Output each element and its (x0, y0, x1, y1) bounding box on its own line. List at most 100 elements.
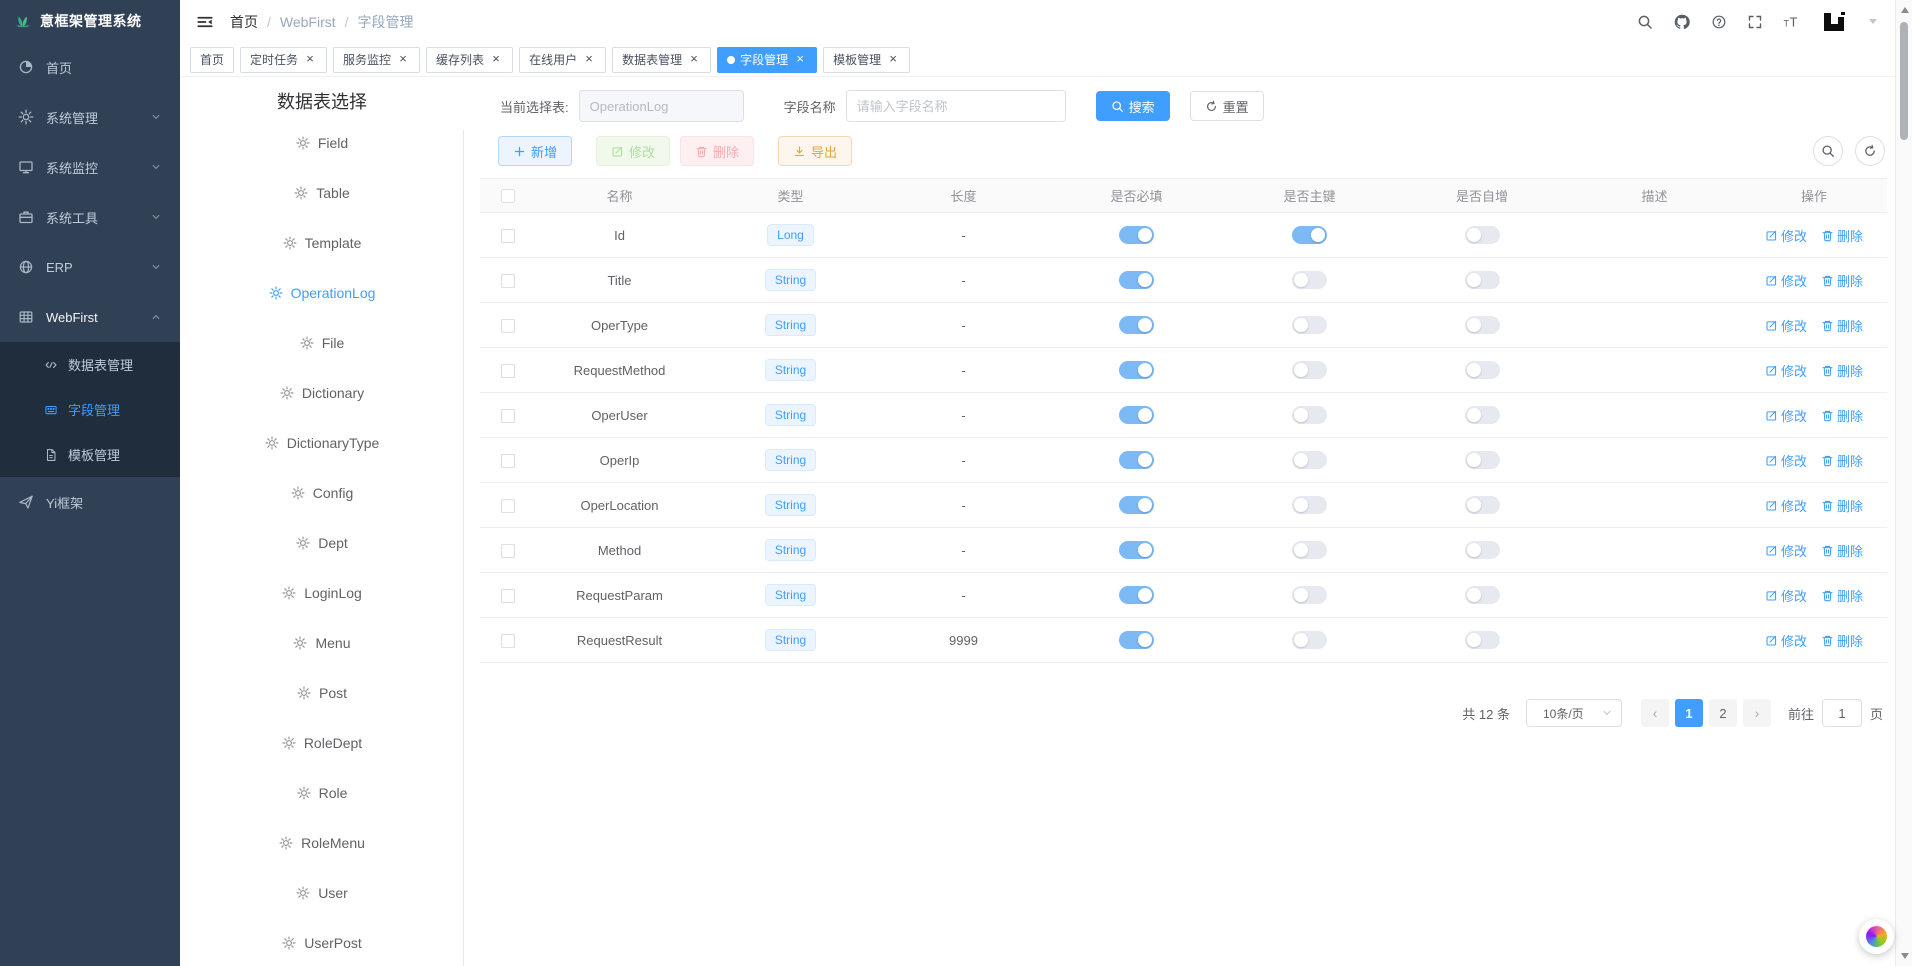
search-button[interactable]: 搜索 (1096, 91, 1170, 121)
row-delete-link[interactable]: 删除 (1821, 541, 1863, 560)
sidebar-item-yi-framework[interactable]: Yi框架 (0, 477, 180, 527)
tree-item-File[interactable]: File (180, 318, 464, 368)
help-icon[interactable] (1711, 14, 1727, 30)
tree-item-Config[interactable]: Config (180, 468, 464, 518)
row-edit-link[interactable]: 修改 (1765, 541, 1807, 560)
font-size-icon[interactable] (1783, 14, 1799, 30)
row-checkbox[interactable] (501, 319, 515, 333)
required-switch[interactable] (1119, 406, 1154, 424)
row-delete-link[interactable]: 删除 (1821, 361, 1863, 380)
tree-item-Menu[interactable]: Menu (180, 618, 464, 668)
row-delete-link[interactable]: 删除 (1821, 316, 1863, 335)
select-all-checkbox[interactable] (501, 189, 515, 203)
row-edit-link[interactable]: 修改 (1765, 496, 1807, 515)
row-edit-link[interactable]: 修改 (1765, 406, 1807, 425)
add-button[interactable]: 新增 (498, 136, 572, 166)
required-switch[interactable] (1119, 361, 1154, 379)
sidebar-item-field-management[interactable]: 字段管理 (0, 387, 180, 432)
row-checkbox[interactable] (501, 634, 515, 648)
next-page-button[interactable]: › (1743, 699, 1771, 727)
row-delete-link[interactable]: 删除 (1821, 586, 1863, 605)
tab-数据表管理[interactable]: 数据表管理× (612, 47, 711, 73)
window-scrollbar[interactable] (1895, 0, 1912, 966)
required-switch[interactable] (1119, 541, 1154, 559)
auto-increment-switch[interactable] (1465, 586, 1500, 604)
caret-down-icon[interactable] (1869, 19, 1877, 24)
tab-close-icon[interactable]: × (687, 53, 701, 67)
row-edit-link[interactable]: 修改 (1765, 451, 1807, 470)
auto-increment-switch[interactable] (1465, 271, 1500, 289)
primary-key-switch[interactable] (1292, 496, 1327, 514)
field-name-input[interactable] (846, 90, 1066, 122)
row-edit-link[interactable]: 修改 (1765, 316, 1807, 335)
sidebar-item-system-monitor[interactable]: 系统监控 (0, 142, 180, 192)
floating-plugin-button[interactable] (1859, 919, 1894, 954)
search-icon[interactable] (1637, 14, 1653, 30)
sidebar-item-webfirst[interactable]: WebFirst (0, 292, 180, 342)
tree-item-Role[interactable]: Role (180, 768, 464, 818)
tab-close-icon[interactable]: × (886, 53, 900, 67)
row-edit-link[interactable]: 修改 (1765, 586, 1807, 605)
tab-缓存列表[interactable]: 缓存列表× (426, 47, 513, 73)
row-checkbox[interactable] (501, 589, 515, 603)
scrollbar-thumb[interactable] (1900, 22, 1908, 140)
row-edit-link[interactable]: 修改 (1765, 271, 1807, 290)
tab-close-icon[interactable]: × (793, 53, 807, 67)
row-delete-link[interactable]: 删除 (1821, 451, 1863, 470)
primary-key-switch[interactable] (1292, 316, 1327, 334)
auto-increment-switch[interactable] (1465, 316, 1500, 334)
row-edit-link[interactable]: 修改 (1765, 226, 1807, 245)
tab-close-icon[interactable]: × (582, 53, 596, 67)
fullscreen-icon[interactable] (1747, 14, 1763, 30)
sidebar-item-system-admin[interactable]: 系统管理 (0, 92, 180, 142)
auto-increment-switch[interactable] (1465, 496, 1500, 514)
tree-item-RoleMenu[interactable]: RoleMenu (180, 818, 464, 868)
tab-close-icon[interactable]: × (396, 53, 410, 67)
avatar[interactable] (1819, 7, 1849, 37)
row-checkbox[interactable] (501, 409, 515, 423)
row-checkbox[interactable] (501, 544, 515, 558)
tab-定时任务[interactable]: 定时任务× (240, 47, 327, 73)
primary-key-switch[interactable] (1292, 226, 1327, 244)
export-button[interactable]: 导出 (778, 136, 852, 166)
tab-close-icon[interactable]: × (303, 53, 317, 67)
primary-key-switch[interactable] (1292, 361, 1327, 379)
table-search-button[interactable] (1813, 136, 1843, 166)
sidebar-item-system-tools[interactable]: 系统工具 (0, 192, 180, 242)
row-checkbox[interactable] (501, 499, 515, 513)
required-switch[interactable] (1119, 316, 1154, 334)
primary-key-switch[interactable] (1292, 406, 1327, 424)
tab-服务监控[interactable]: 服务监控× (333, 47, 420, 73)
scroll-down-arrow-icon[interactable] (1901, 953, 1909, 959)
tree-item-Dept[interactable]: Dept (180, 518, 464, 568)
tree-item-User[interactable]: User (180, 868, 464, 918)
row-delete-link[interactable]: 删除 (1821, 226, 1863, 245)
auto-increment-switch[interactable] (1465, 406, 1500, 424)
scroll-up-arrow-icon[interactable] (1901, 7, 1909, 13)
tree-item-UserPost[interactable]: UserPost (180, 918, 464, 966)
auto-increment-switch[interactable] (1465, 361, 1500, 379)
collapse-sidebar-icon[interactable] (196, 13, 214, 31)
tree-item-Template[interactable]: Template (180, 218, 464, 268)
sidebar-item-erp[interactable]: ERP (0, 242, 180, 292)
page-button-1[interactable]: 1 (1675, 699, 1703, 727)
auto-increment-switch[interactable] (1465, 631, 1500, 649)
sidebar-item-template-management[interactable]: 模板管理 (0, 432, 180, 477)
primary-key-switch[interactable] (1292, 541, 1327, 559)
delete-button[interactable]: 删除 (680, 136, 754, 166)
tree-item-DictionaryType[interactable]: DictionaryType (180, 418, 464, 468)
row-checkbox[interactable] (501, 364, 515, 378)
tab-在线用户[interactable]: 在线用户× (519, 47, 606, 73)
edit-button[interactable]: 修改 (596, 136, 670, 166)
row-checkbox[interactable] (501, 454, 515, 468)
row-checkbox[interactable] (501, 229, 515, 243)
tree-item-LoginLog[interactable]: LoginLog (180, 568, 464, 618)
required-switch[interactable] (1119, 631, 1154, 649)
auto-increment-switch[interactable] (1465, 226, 1500, 244)
tree-item-Field[interactable]: Field (180, 118, 464, 168)
prev-page-button[interactable]: ‹ (1641, 699, 1669, 727)
primary-key-switch[interactable] (1292, 451, 1327, 469)
required-switch[interactable] (1119, 226, 1154, 244)
tab-close-icon[interactable]: × (489, 53, 503, 67)
row-delete-link[interactable]: 删除 (1821, 631, 1863, 650)
